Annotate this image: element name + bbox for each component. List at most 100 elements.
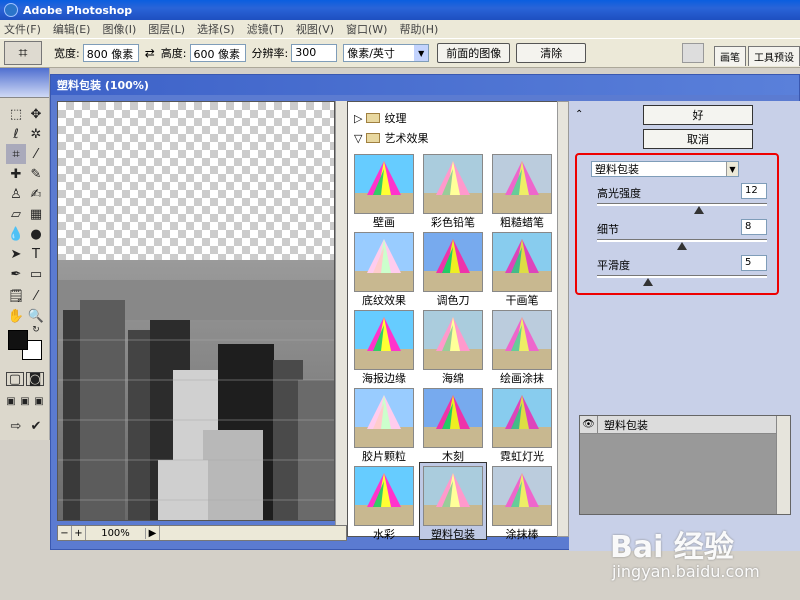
filter-preview[interactable] bbox=[57, 101, 335, 521]
filter-thumb[interactable] bbox=[423, 466, 483, 526]
move-tool-icon[interactable]: ✥ bbox=[26, 104, 46, 124]
param-value-field[interactable]: 12 bbox=[741, 183, 767, 199]
collapse-gallery-icon[interactable]: ⌃ bbox=[575, 109, 583, 120]
folder-artistic[interactable]: ▽ 艺术效果 bbox=[348, 130, 548, 146]
foreground-color-swatch[interactable] bbox=[8, 330, 28, 350]
notes-tool-icon[interactable]: 🗒 bbox=[6, 286, 26, 306]
type-tool-icon[interactable]: T bbox=[26, 244, 46, 264]
eyedropper-tool-icon[interactable]: ⁄ bbox=[26, 286, 46, 306]
sail-thumbnail-icon bbox=[424, 389, 482, 447]
edit-check-icon[interactable]: ✔ bbox=[26, 416, 46, 436]
filter-thumb[interactable] bbox=[492, 388, 552, 448]
shape-tool-icon[interactable]: ▭ bbox=[26, 264, 46, 284]
layers-scrollbar[interactable] bbox=[776, 416, 790, 514]
menu-file[interactable]: 文件(F) bbox=[4, 21, 41, 37]
preview-scrollbar[interactable] bbox=[335, 101, 347, 525]
filter-thumb[interactable] bbox=[354, 232, 414, 292]
screen-mode-full-icon[interactable]: ▣ bbox=[32, 394, 46, 408]
filter-thumb[interactable] bbox=[354, 310, 414, 370]
menu-select[interactable]: 选择(S) bbox=[197, 21, 235, 37]
brush-tool-icon[interactable]: ✎ bbox=[26, 164, 46, 184]
menu-layer[interactable]: 图层(L) bbox=[148, 21, 185, 37]
path-select-icon[interactable]: ➤ bbox=[6, 244, 26, 264]
param-slider-thumb[interactable] bbox=[694, 206, 704, 214]
zoom-menu-icon[interactable]: ▶ bbox=[146, 526, 160, 540]
gallery-scrollbar[interactable] bbox=[557, 101, 569, 537]
param-value-field[interactable]: 5 bbox=[741, 255, 767, 271]
front-image-button[interactable]: 前面的图像 bbox=[437, 43, 511, 63]
standard-mode-icon[interactable]: ▢ bbox=[6, 372, 24, 387]
filter-thumb[interactable] bbox=[423, 232, 483, 292]
clear-button[interactable]: 清除 bbox=[516, 43, 587, 63]
filter-thumb-label: 涂抹棒 bbox=[505, 528, 539, 541]
param-slider-thumb[interactable] bbox=[643, 278, 653, 286]
menu-filter[interactable]: 滤镜(T) bbox=[247, 21, 284, 37]
history-brush-icon[interactable]: ✍ bbox=[26, 184, 46, 204]
hand-tool-icon[interactable]: ✋ bbox=[6, 306, 26, 326]
filter-thumb-label: 霓虹灯光 bbox=[500, 450, 544, 463]
menu-view[interactable]: 视图(V) bbox=[296, 21, 334, 37]
param-value-field[interactable]: 8 bbox=[741, 219, 767, 235]
menu-window[interactable]: 窗口(W) bbox=[346, 21, 387, 37]
swap-dimensions-icon[interactable]: ⇄ bbox=[145, 46, 155, 60]
clone-stamp-icon[interactable]: ♙ bbox=[6, 184, 26, 204]
screen-mode-full-menu-icon[interactable]: ▣ bbox=[18, 394, 32, 408]
eraser-tool-icon[interactable]: ▱ bbox=[6, 204, 26, 224]
zoom-tool-icon[interactable]: 🔍 bbox=[26, 306, 46, 326]
filter-thumb[interactable] bbox=[492, 466, 552, 526]
width-field[interactable]: 800 像素 bbox=[82, 44, 139, 62]
param-slider-track[interactable] bbox=[597, 203, 767, 206]
param-slider-track[interactable] bbox=[597, 275, 767, 278]
filter-thumb[interactable] bbox=[423, 154, 483, 214]
menu-help[interactable]: 帮助(H) bbox=[399, 21, 438, 37]
crop-tool-preset-icon[interactable]: ⌗ bbox=[4, 41, 42, 65]
dodge-tool-icon[interactable]: ● bbox=[26, 224, 46, 244]
filter-thumb[interactable] bbox=[492, 232, 552, 292]
menu-image[interactable]: 图像(I) bbox=[102, 21, 136, 37]
zoom-level[interactable]: 100% bbox=[86, 527, 146, 539]
filter-thumb[interactable] bbox=[423, 388, 483, 448]
folder-texture[interactable]: ▷ 纹理 bbox=[348, 110, 548, 126]
resolution-unit-select[interactable]: 像素/英寸 ▼ bbox=[343, 44, 430, 62]
blur-tool-icon[interactable]: 💧 bbox=[6, 224, 26, 244]
lasso-tool-icon[interactable]: ℓ bbox=[6, 124, 26, 144]
sail-thumbnail-icon bbox=[355, 233, 413, 291]
marquee-tool-icon[interactable]: ⬚ bbox=[6, 104, 26, 124]
sail-thumbnail-icon bbox=[493, 389, 551, 447]
gradient-tool-icon[interactable]: ▦ bbox=[26, 204, 46, 224]
ok-button[interactable]: 好 bbox=[643, 105, 753, 125]
tab-tool-presets[interactable]: 工具预设 bbox=[748, 46, 800, 66]
healing-brush-icon[interactable]: ✚ bbox=[6, 164, 26, 184]
screen-mode-standard-icon[interactable]: ▣ bbox=[4, 394, 18, 408]
filter-select[interactable]: 塑料包装 ▼ bbox=[591, 161, 739, 177]
filter-thumb[interactable] bbox=[492, 310, 552, 370]
crop-tool-icon[interactable]: ⌗ bbox=[6, 144, 26, 164]
pen-tool-icon[interactable]: ✒ bbox=[6, 264, 26, 284]
zoom-out-button[interactable]: − bbox=[58, 526, 72, 540]
menu-edit[interactable]: 编辑(E) bbox=[53, 21, 91, 37]
effect-layer-row[interactable]: 👁 塑料包装 bbox=[580, 415, 776, 434]
filter-thumb-label: 调色刀 bbox=[436, 294, 470, 307]
filter-thumb[interactable] bbox=[354, 154, 414, 214]
collapse-arrow-icon: ▽ bbox=[354, 131, 363, 145]
swap-colors-icon[interactable]: ↻ bbox=[30, 324, 42, 336]
magic-wand-tool-icon[interactable]: ✲ bbox=[26, 124, 46, 144]
filter-thumb[interactable] bbox=[423, 310, 483, 370]
jump-to-imageready-icon[interactable]: ⇨ bbox=[6, 416, 26, 436]
height-field[interactable]: 600 像素 bbox=[189, 44, 246, 62]
param-slider-thumb[interactable] bbox=[677, 242, 687, 250]
filter-thumb[interactable] bbox=[354, 466, 414, 526]
folder-open-icon bbox=[366, 133, 381, 143]
filter-thumb[interactable] bbox=[354, 388, 414, 448]
eye-icon[interactable]: 👁 bbox=[580, 415, 598, 434]
resolution-field[interactable]: 300 bbox=[291, 44, 338, 62]
tab-brushes[interactable]: 画笔 bbox=[714, 46, 746, 66]
cancel-button[interactable]: 取消 bbox=[643, 129, 753, 149]
filter-thumb[interactable] bbox=[492, 154, 552, 214]
sail-thumbnail-icon bbox=[355, 311, 413, 369]
file-browser-icon[interactable] bbox=[682, 43, 704, 63]
slice-tool-icon[interactable]: ⁄ bbox=[26, 144, 46, 164]
quick-mask-icon[interactable]: ◙ bbox=[26, 372, 44, 387]
filter-gallery-list: ▷ 纹理 ▽ 艺术效果 壁画 彩色铅笔 粗糙蜡笔 底纹效果 调色刀 干画笔 海报边缘 海绵 绘画… bbox=[347, 101, 559, 541]
zoom-in-button[interactable]: + bbox=[72, 526, 86, 540]
